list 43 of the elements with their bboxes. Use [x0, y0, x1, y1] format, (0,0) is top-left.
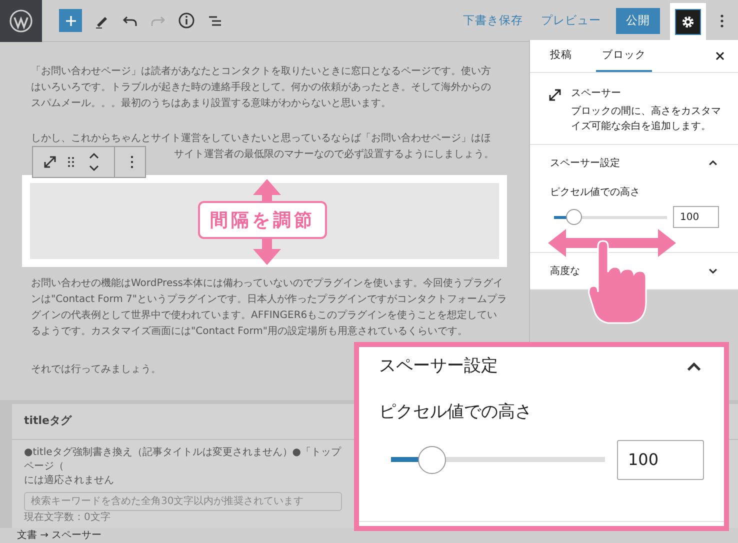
text-line: ンは"Contact Form 7"というプラグインです。日本人が作ったプラグインですがコンタクトフォームプラ	[31, 292, 508, 307]
block-title: スペーサー	[571, 87, 622, 101]
slider-thumb[interactable]	[566, 209, 582, 225]
logo-icon	[9, 8, 33, 32]
text-line: グインの代表例として世界中で使われています。AFFINGER6もこのプラグインを使うことを想定してい	[31, 308, 498, 323]
sidebar-tab[interactable]: ブロック	[596, 40, 652, 72]
section-title[interactable]: スペーサー設定	[550, 156, 620, 170]
resize-icon[interactable]	[43, 155, 57, 169]
breadcrumb[interactable]: 文書 → スペーサー	[17, 530, 102, 542]
height-input-field[interactable]: 100	[617, 440, 704, 480]
slider-thumb[interactable]	[418, 446, 446, 474]
move-up-down-icon[interactable]	[88, 152, 100, 172]
section-title[interactable]: 高度な	[550, 264, 580, 278]
text-line: スパムメール。。。最初のうちはあまり設置する意味がわからないと思います。	[31, 96, 391, 111]
field-label: ピクセル値での高さ	[379, 401, 533, 424]
block-description: ブロックの間に、高さをカスタマイズ可能な余白を追加します。	[571, 104, 721, 134]
text-line: それでは行ってみましょう。	[31, 363, 161, 377]
callout-label: 間隔を調節	[198, 201, 327, 239]
field-label: ピクセル値での高さ	[550, 186, 641, 200]
resize-icon	[548, 88, 562, 102]
block-options-icon[interactable]	[129, 155, 135, 169]
publish-button[interactable]: 公開	[616, 8, 660, 34]
settings-button[interactable]	[675, 8, 701, 34]
sidebar-tab[interactable]: 投稿	[550, 40, 572, 72]
logo-tile[interactable]	[0, 0, 42, 42]
close-icon[interactable]	[715, 51, 725, 61]
add-block-button[interactable]	[59, 9, 82, 32]
title-input-field[interactable]: 検索キーワードを含めた全角30文字以内が推奨されています	[24, 492, 342, 511]
horizontal-double-arrow-icon	[548, 228, 676, 258]
text-line: るようです。カスタマイズ画面には"Contact Form"用の設定場所も用意されているくらいです。	[31, 324, 468, 339]
text-line: サイト運営者の最低限のマナーなので必ず設置するようにしましょう。	[174, 148, 494, 162]
section-title: スペーサー設定	[379, 355, 498, 378]
height-input-field[interactable]: 100	[673, 206, 719, 228]
character-count: 現在文字数：0文字	[24, 512, 110, 524]
drag-handle-icon[interactable]	[67, 156, 75, 168]
text-line: 「お問い合わせページ」は読者があなたとコンタクトを取りたいときに窓口となるページです。使い方	[31, 64, 491, 79]
settings-icon	[681, 14, 695, 28]
card-note: ●titleタグ強制書き換え（記事タイトルは変更されません）●「トップページ（ には適応されません	[24, 446, 342, 488]
plus-icon	[64, 14, 76, 26]
info-icon[interactable]	[178, 12, 195, 29]
text-line: しかし、これからちゃんとサイト運営をしていきたいと思っているならば「お問い合わせページ」はほ	[31, 132, 491, 146]
text-line: お問い合わせの機能はWordPress本体には備わっていないのでプラグインを使います。今回使うプラグイ	[31, 276, 504, 291]
text-line: はいろいろです。トラブルが起きた時の連絡手段として。何かの依頼があったとき。そして海外からの	[31, 80, 491, 95]
